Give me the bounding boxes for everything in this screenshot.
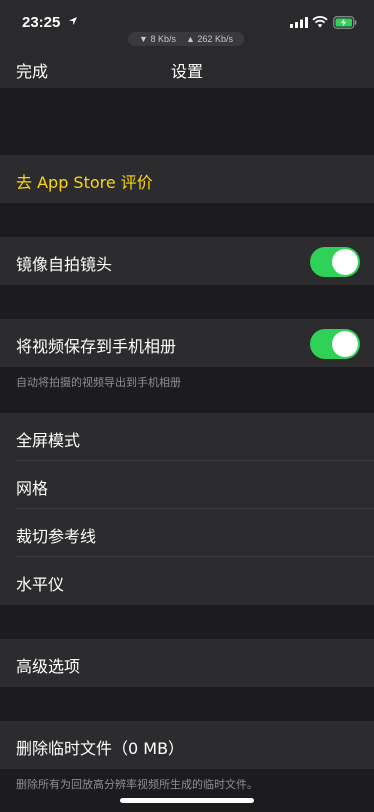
download-speed-value: 8 Kb/s	[150, 34, 176, 44]
wifi-icon	[312, 16, 328, 28]
fullscreen-mode-row[interactable]: 全屏模式	[0, 413, 374, 461]
advanced-options-row[interactable]: 高级选项	[0, 639, 374, 687]
network-speed-indicator: ▼ 8 Kb/s ▲ 262 Kb/s	[128, 32, 244, 46]
delete-temp-files-row[interactable]: 删除临时文件（0 MB）	[0, 721, 374, 769]
save-to-album-row: 将视频保存到手机相册	[0, 319, 374, 367]
battery-charging-icon	[333, 16, 357, 29]
toggle-knob	[332, 331, 358, 357]
save-to-album-footnote: 自动将拍摄的视频导出到手机相册	[16, 376, 181, 389]
status-bar: 23:25 ▼ 8 Kb/s ▲ 262 Kb/s	[0, 0, 374, 48]
toggle-knob	[332, 249, 358, 275]
delete-temp-files-footnote: 删除所有为回放高分辨率视频所生成的临时文件。	[16, 778, 258, 791]
mirror-selfie-row: 镜像自拍镜头	[0, 237, 374, 285]
save-to-album-label: 将视频保存到手机相册	[16, 337, 177, 356]
crop-guides-row[interactable]: 裁切参考线	[0, 509, 374, 557]
grid-row[interactable]: 网格	[0, 461, 374, 509]
download-speed: ▼ 8 Kb/s	[139, 34, 176, 44]
app-store-review-label: 去 App Store 评价	[16, 173, 153, 192]
download-arrow-icon: ▼	[139, 34, 148, 44]
navigation-bar: 完成 设置	[0, 48, 374, 88]
delete-temp-files-label: 删除临时文件（0 MB）	[16, 739, 185, 758]
fullscreen-mode-label: 全屏模式	[16, 431, 81, 450]
mirror-selfie-toggle[interactable]	[310, 247, 360, 277]
save-to-album-toggle[interactable]	[310, 329, 360, 359]
page-title: 设置	[170, 62, 203, 81]
settings-screen: 23:25 ▼ 8 Kb/s ▲ 262 Kb/s 完成 设置 去 App St…	[0, 0, 374, 812]
crop-guides-label: 裁切参考线	[16, 527, 97, 546]
signal-icon	[290, 17, 308, 28]
upload-arrow-icon: ▲	[185, 34, 195, 44]
advanced-options-label: 高级选项	[16, 657, 81, 676]
app-store-review-row[interactable]: 去 App Store 评价	[0, 155, 374, 203]
mirror-selfie-label: 镜像自拍镜头	[16, 255, 113, 274]
grid-label: 网格	[16, 479, 49, 498]
upload-speed: ▲ 262 Kb/s	[186, 34, 233, 44]
upload-speed-value: 262 Kb/s	[197, 34, 233, 44]
home-indicator[interactable]	[120, 798, 254, 803]
status-time: 23:25	[22, 14, 61, 31]
location-arrow-icon	[69, 17, 77, 25]
level-label: 水平仪	[16, 575, 65, 594]
level-row[interactable]: 水平仪	[0, 557, 374, 605]
